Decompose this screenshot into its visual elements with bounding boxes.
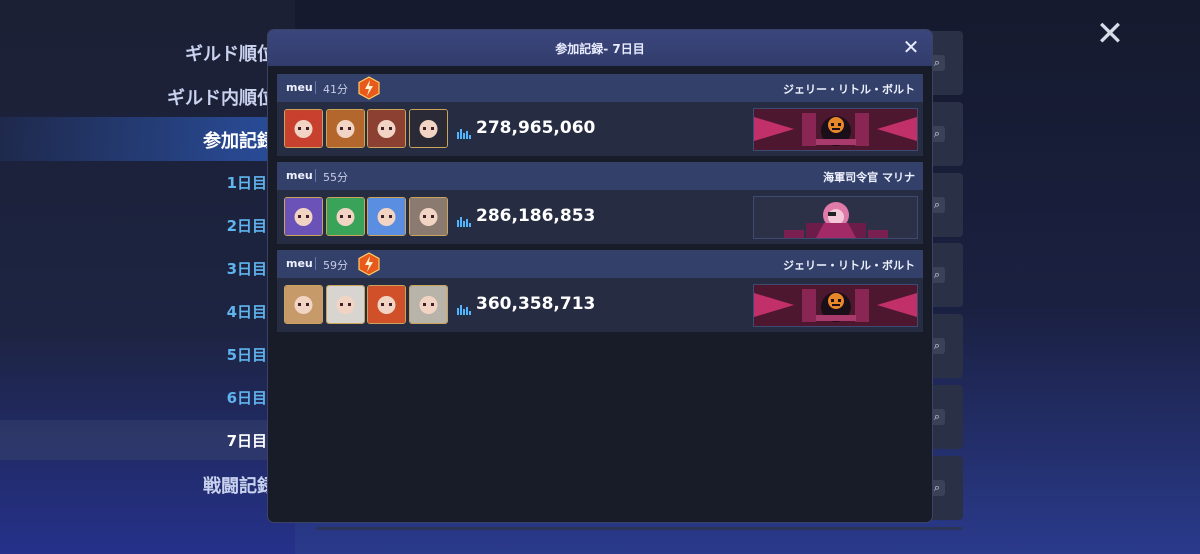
sidebar-day-3[interactable]: 3日目 [227, 258, 267, 279]
close-icon[interactable]: ✕ [1094, 17, 1126, 51]
boss-portrait[interactable] [753, 108, 918, 151]
boss-name: ジェリー・リトル・ボルト [783, 83, 915, 96]
record-entry: meu 59分 ジェリー・リトル・ボルト 360,358,713 [277, 250, 923, 332]
entry-body: 360,358,713 [277, 278, 923, 332]
lightning-icon [358, 76, 380, 100]
sidebar-item-guild-rank[interactable]: ギルド順位 [185, 40, 275, 66]
close-icon[interactable]: ✕ [900, 36, 922, 58]
bg-scroll-track [317, 527, 962, 530]
entry-header: meu 55分 海軍司令官 マリナ [277, 162, 923, 190]
record-entry: meu 41分 ジェリー・リトル・ボルト 278,965,060 [277, 74, 923, 156]
character-portrait[interactable] [326, 109, 365, 148]
sidebar-item-participation[interactable]: 参加記録 [203, 127, 275, 153]
sidebar-day-4[interactable]: 4日目 [227, 301, 267, 322]
sidebar-item-guild-internal-rank[interactable]: ギルド内順位 [167, 84, 275, 110]
character-portrait[interactable] [284, 109, 323, 148]
entry-body: 278,965,060 [277, 102, 923, 156]
player-name: meu [286, 81, 313, 94]
record-entry: meu 55分 海軍司令官 マリナ 286,186,853 [277, 162, 923, 244]
entry-duration: 59分 [323, 259, 348, 272]
damage-score: 278,965,060 [476, 118, 596, 138]
character-portrait[interactable] [284, 285, 323, 324]
player-name: meu [286, 257, 313, 270]
boss-portrait[interactable] [753, 284, 918, 327]
sidebar-day-5[interactable]: 5日目 [227, 344, 267, 365]
entry-duration: 41分 [323, 83, 348, 96]
divider [315, 257, 316, 270]
character-portrait[interactable] [409, 285, 448, 324]
divider [315, 169, 316, 182]
bar-chart-icon [457, 300, 471, 315]
character-portrait[interactable] [326, 285, 365, 324]
sidebar-day-2[interactable]: 2日目 [227, 215, 267, 236]
entry-body: 286,186,853 [277, 190, 923, 244]
character-portrait[interactable] [409, 197, 448, 236]
entry-duration: 55分 [323, 171, 348, 184]
modal-header: 参加記録- 7日目 ✕ [268, 30, 932, 66]
divider [315, 81, 316, 94]
boss-name: ジェリー・リトル・ボルト [783, 259, 915, 272]
character-portrait[interactable] [367, 109, 406, 148]
character-portrait[interactable] [409, 109, 448, 148]
modal-title: 参加記録- 7日目 [555, 42, 645, 56]
player-name: meu [286, 169, 313, 182]
sidebar: ギルド順位 ギルド内順位 参加記録 1日目 2日目 3日目 4日目 5日目 6日… [0, 0, 295, 554]
damage-score: 286,186,853 [476, 206, 596, 226]
sidebar-day-6[interactable]: 6日目 [227, 387, 267, 408]
boss-name: 海軍司令官 マリナ [823, 171, 915, 184]
character-portrait[interactable] [367, 197, 406, 236]
character-portrait[interactable] [367, 285, 406, 324]
bar-chart-icon [457, 124, 471, 139]
character-portrait[interactable] [284, 197, 323, 236]
damage-score: 360,358,713 [476, 294, 596, 314]
bar-chart-icon [457, 212, 471, 227]
participation-modal: 参加記録- 7日目 ✕ meu 41分 ジェリー・リトル・ボルト 278,965,06… [268, 30, 932, 522]
boss-portrait[interactable] [753, 196, 918, 239]
entry-header: meu 41分 ジェリー・リトル・ボルト [277, 74, 923, 102]
character-portrait[interactable] [326, 197, 365, 236]
sidebar-item-battle-log[interactable]: 戦闘記録 [203, 472, 275, 498]
sidebar-day-7[interactable]: 7日目 [227, 430, 267, 451]
entry-header: meu 59分 ジェリー・リトル・ボルト [277, 250, 923, 278]
sidebar-day-1[interactable]: 1日目 [227, 172, 267, 193]
lightning-icon [358, 252, 380, 276]
